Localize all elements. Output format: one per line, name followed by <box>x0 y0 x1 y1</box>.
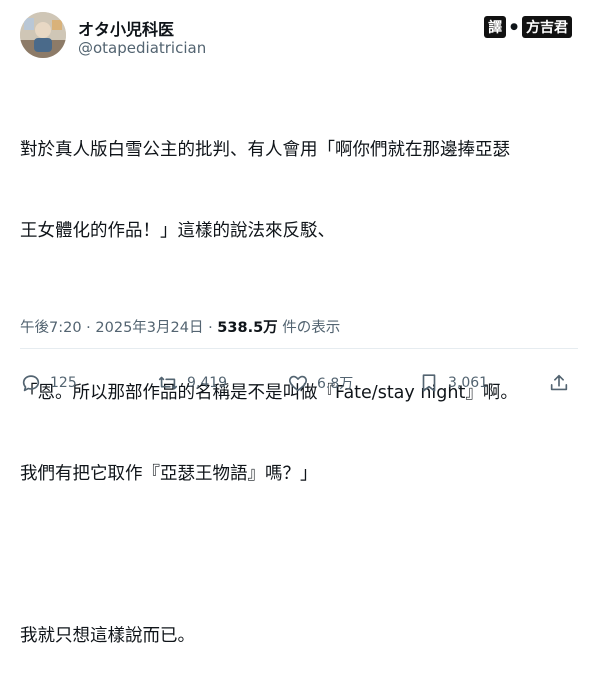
repost-count: 9,419 <box>187 375 228 391</box>
watermark-name: 方吉君 <box>522 16 572 38</box>
bookmark-button[interactable]: 3,061 <box>418 372 488 394</box>
heart-icon <box>289 375 307 392</box>
watermark-badge: 譯 <box>484 16 507 38</box>
post-meta: 午後7:20 · 2025年3月24日 · 538.5万 件の表示 <box>20 316 340 337</box>
like-count: 6.8万 <box>317 376 354 392</box>
reply-button[interactable]: 125 <box>20 372 77 394</box>
author-display-name[interactable]: オタ小児科医 <box>78 16 174 40</box>
post-time[interactable]: 午後7:20 <box>20 320 82 336</box>
post-line: 王女體化的作品！」這樣的說法來反駁、 <box>20 221 335 241</box>
action-bar: 125 9,419 6.8万 3,061 <box>20 372 578 402</box>
divider <box>20 348 578 349</box>
like-button[interactable]: 6.8万 <box>287 372 353 394</box>
meta-separator: · <box>81 320 96 336</box>
share-icon <box>550 374 568 391</box>
post-line <box>20 542 580 569</box>
post-line: 對於真人版白雪公主的批判、有人會用「啊你們就在那邊捧亞瑟 <box>20 140 510 160</box>
reply-count: 125 <box>50 375 77 391</box>
post-header: オタ小児科医 @otapediatrician 譯 ● 方吉君 <box>20 12 580 62</box>
avatar-image-icon <box>20 12 66 58</box>
share-button[interactable] <box>548 372 570 394</box>
repost-icon <box>158 376 178 390</box>
post-line: 我就只想這樣說而已。 <box>20 626 195 646</box>
repost-button[interactable]: 9,419 <box>157 372 227 394</box>
post-line: 我們有把它取作『亞瑟王物語』嗎？」 <box>20 464 318 484</box>
author-handle[interactable]: @otapediatrician <box>78 39 206 57</box>
bookmark-count: 3,061 <box>448 375 489 391</box>
post-date[interactable]: 2025年3月24日 <box>95 320 203 336</box>
avatar[interactable] <box>20 12 66 58</box>
meta-separator: · <box>203 320 218 336</box>
reply-icon <box>22 375 40 392</box>
bookmark-icon <box>422 374 436 392</box>
watermark-dot: ● <box>510 22 518 32</box>
watermark: 譯 ● 方吉君 <box>484 16 572 38</box>
view-label: 件の表示 <box>277 320 341 336</box>
view-count: 538.5万 <box>217 320 278 336</box>
